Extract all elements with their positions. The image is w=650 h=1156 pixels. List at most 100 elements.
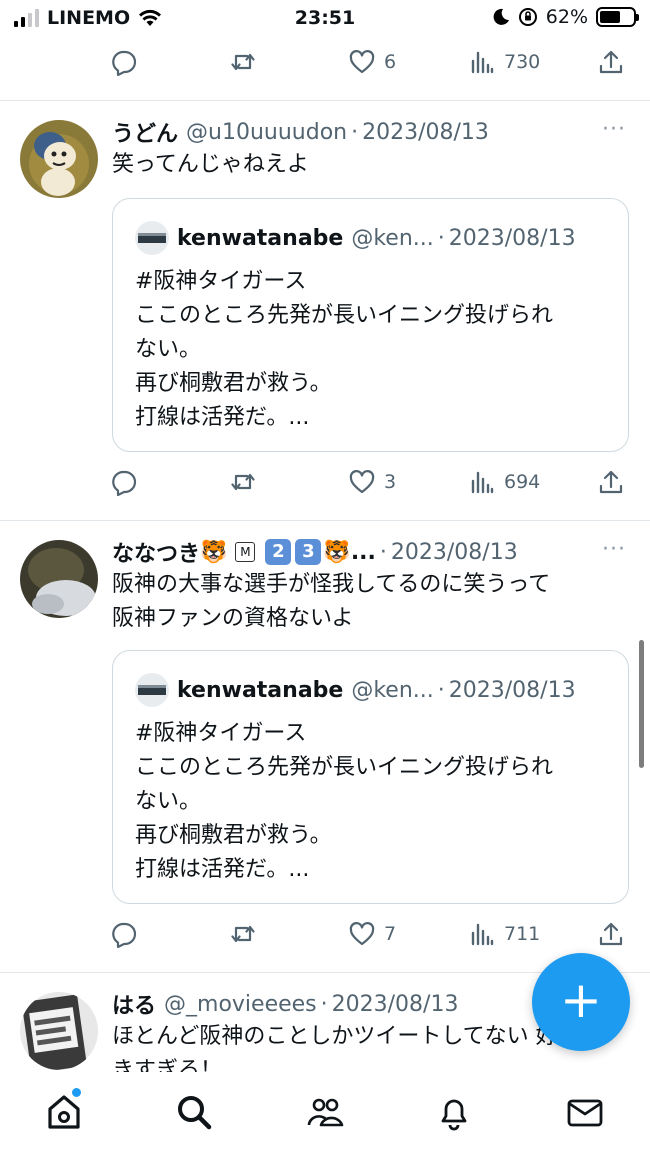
bottom-tab-bar — [0, 1072, 650, 1156]
tab-home[interactable] — [44, 1088, 84, 1132]
quote-line: ここのところ先発が長いイニング投げられ — [135, 755, 554, 780]
name-ellipsis: ... — [350, 539, 376, 565]
reply-button[interactable] — [110, 468, 138, 496]
quote-date: 2023/08/13 — [448, 225, 576, 251]
tweet-header: ななつき 🐯 M 2 3 🐯 ... · 2023/08/13 — [112, 537, 590, 567]
tweet-header: はる @_movieeees · 2023/08/13 — [112, 988, 590, 1020]
views-icon — [471, 923, 494, 946]
battery-fill — [600, 11, 620, 23]
views-button[interactable]: 711 — [468, 920, 540, 948]
quote-tweet[interactable]: kenwatanabe @ken... · 2023/08/13 #阪神タイガー… — [112, 650, 629, 904]
tweet-date[interactable]: 2023/08/13 — [391, 540, 518, 565]
separator-dot: · — [320, 991, 328, 1017]
avatar-image — [20, 540, 98, 618]
retweet-button[interactable] — [229, 920, 257, 948]
quote-header: kenwatanabe @ken... · 2023/08/13 — [135, 673, 576, 707]
share-button[interactable] — [597, 468, 625, 496]
author-name[interactable]: はる — [112, 988, 156, 1020]
tab-notifications[interactable] — [434, 1092, 474, 1132]
communities-icon — [307, 1098, 344, 1127]
tweet-text: 笑ってんじゃねえよ — [112, 152, 309, 177]
quote-line[interactable]: #阪神タイガース — [135, 717, 610, 751]
avatar[interactable] — [20, 540, 98, 618]
share-button[interactable] — [597, 920, 625, 948]
quote-line[interactable]: #阪神タイガース — [135, 265, 610, 299]
separator-dot: · — [437, 677, 445, 703]
tab-communities[interactable] — [305, 1092, 345, 1132]
quote-date: 2023/08/13 — [448, 677, 576, 703]
like-button[interactable]: 7 — [348, 920, 396, 948]
tab-messages[interactable] — [565, 1092, 605, 1132]
m-emoji: M — [235, 542, 256, 562]
like-count: 7 — [384, 923, 397, 945]
like-button[interactable]: 6 — [348, 48, 396, 76]
mail-icon — [567, 1099, 603, 1127]
view-count: 694 — [504, 471, 541, 493]
quote-line: 再び桐敷君が救う。 — [135, 371, 332, 396]
author-handle[interactable]: @_movieeees — [164, 992, 317, 1017]
quote-tweet[interactable]: kenwatanabe @ken... · 2023/08/13 #阪神タイガー… — [112, 198, 629, 452]
view-count: 730 — [504, 51, 541, 73]
tweet-text-line: きすぎる！ — [112, 1058, 223, 1072]
separator-dot: · — [351, 119, 359, 145]
quote-author-name: kenwatanabe — [177, 677, 344, 703]
like-count: 6 — [384, 51, 397, 73]
tweet-text-line: 阪神ファンの資格ないよ — [112, 606, 354, 631]
more-options-icon[interactable]: ··· — [602, 537, 626, 562]
quote-avatar — [135, 673, 169, 707]
views-icon — [471, 51, 494, 74]
tweet-date[interactable]: 2023/08/13 — [332, 992, 459, 1017]
status-right: 62% — [492, 6, 639, 28]
more-options-icon[interactable]: ··· — [602, 117, 626, 142]
quote-text: #阪神タイガース ここのところ先発が長いイニング投げられ ない。 再び桐敷君が救… — [135, 265, 610, 435]
quote-author-handle: @ken... — [351, 677, 434, 703]
author-name[interactable]: ななつき — [112, 536, 200, 568]
share-button[interactable] — [597, 48, 625, 76]
notification-dot — [72, 1088, 81, 1097]
avatar[interactable] — [20, 120, 98, 198]
author-handle[interactable]: @u10uuuudon — [186, 120, 347, 145]
quote-avatar-image — [135, 673, 169, 707]
like-count: 3 — [384, 471, 397, 493]
battery-percent: 62% — [545, 6, 588, 28]
quote-avatar-image — [135, 221, 169, 255]
views-button[interactable]: 730 — [468, 48, 540, 76]
tweet-text-line: 阪神の大事な選手が怪我してるのに笑うって — [112, 572, 551, 597]
status-bar: LINEMO 23:51 62% — [0, 0, 650, 36]
battery-icon — [596, 7, 639, 27]
quote-line: 打線は活発だ。... — [135, 857, 310, 882]
retweet-button[interactable] — [229, 468, 257, 496]
reply-icon — [112, 922, 137, 948]
tab-search[interactable] — [174, 1092, 214, 1132]
tweet-actions: 6 730 — [110, 44, 630, 80]
compose-tweet-button[interactable]: + — [532, 953, 630, 1051]
tweet-date[interactable]: 2023/08/13 — [362, 120, 489, 145]
search-icon — [178, 1096, 212, 1130]
quote-author-handle: @ken... — [351, 225, 434, 251]
reply-icon — [112, 470, 137, 496]
scroll-indicator[interactable] — [639, 640, 644, 768]
tiger-emoji: 🐯 — [200, 539, 228, 565]
avatar-image — [20, 120, 98, 198]
reply-button[interactable] — [110, 920, 138, 948]
tweet-text: 阪神の大事な選手が怪我してるのに笑うって 阪神ファンの資格ないよ — [112, 568, 630, 636]
quote-author-name: kenwatanabe — [177, 225, 344, 251]
avatar[interactable] — [20, 992, 98, 1070]
author-name[interactable]: うどん — [112, 116, 178, 148]
heart-icon — [349, 922, 375, 946]
retweet-button[interactable] — [229, 48, 257, 76]
like-button[interactable]: 3 — [348, 468, 396, 496]
heart-icon — [349, 470, 375, 494]
tweet[interactable]: ななつき 🐯 M 2 3 🐯 ... · 2023/08/13 ··· 阪神の大… — [0, 520, 650, 972]
reply-button[interactable] — [110, 48, 138, 76]
share-icon — [599, 922, 623, 946]
tweet[interactable]: うどん @u10uuuudon · 2023/08/13 ··· 笑ってんじゃね… — [0, 100, 650, 520]
tweet-actions: 7 711 — [110, 916, 630, 952]
tweet-header: うどん @u10uuuudon · 2023/08/13 — [112, 116, 590, 148]
views-button[interactable]: 694 — [468, 468, 540, 496]
quote-text: #阪神タイガース ここのところ先発が長いイニング投げられ ない。 再び桐敷君が救… — [135, 717, 610, 887]
view-count: 711 — [504, 923, 541, 945]
moon-icon — [493, 8, 509, 25]
quote-line: ここのところ先発が長いイニング投げられ — [135, 303, 554, 328]
keycap-2-emoji: 2 — [265, 539, 292, 565]
